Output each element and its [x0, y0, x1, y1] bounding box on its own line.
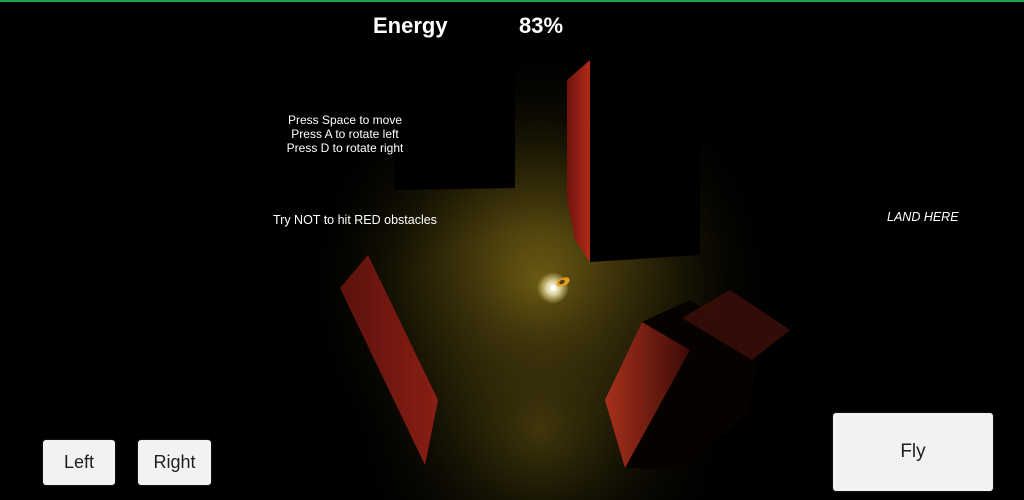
game-viewport: Energy 83% Press Space to move Press A t…	[0, 0, 1024, 500]
warning-text: Try NOT to hit RED obstacles	[273, 213, 437, 227]
energy-value: 83%	[519, 13, 564, 38]
dark-pillar-upper-right	[580, 55, 700, 262]
rotate-left-button[interactable]: Left	[43, 440, 115, 485]
instruction-line-rotate-left: Press A to rotate left	[291, 127, 399, 141]
fly-button[interactable]: Fly	[833, 413, 993, 491]
fly-label: Fly	[900, 441, 926, 462]
top-accent-bar-overlay	[0, 0, 1024, 2]
landing-zone-label: LAND HERE	[887, 210, 959, 224]
instruction-line-rotate-right: Press D to rotate right	[286, 141, 404, 155]
energy-label: Energy	[373, 13, 448, 38]
rotate-right-label: Right	[153, 452, 196, 472]
instructions-panel: Press Space to move Press A to rotate le…	[280, 113, 410, 155]
instruction-line-move: Press Space to move	[287, 113, 403, 127]
rotate-right-button[interactable]: Right	[138, 440, 211, 485]
rotate-left-label: Left	[63, 452, 95, 472]
